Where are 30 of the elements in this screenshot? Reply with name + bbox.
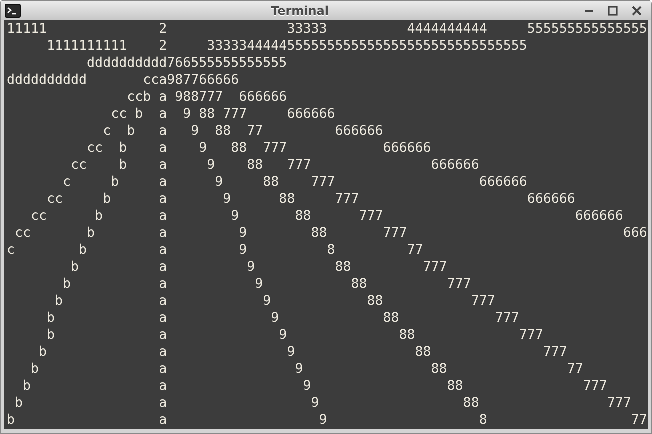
terminal-line: dddddddddd766555555555555 [86, 55, 288, 72]
close-icon [632, 6, 642, 16]
terminal-line: cc b a 9 88 777 666666 [86, 140, 432, 157]
terminal-line: cc b a 9 88 777 666666 [70, 157, 480, 174]
terminal-line: cc b a 9 88 777 666666 [46, 191, 576, 208]
terminal-line: cc b a 9 88 777 666 [14, 225, 648, 242]
terminal-line: b a 9 88 777 [46, 327, 544, 344]
terminal-line: b a 9 88 777 [70, 259, 448, 276]
terminal-line: b a 9 88 777 [62, 276, 472, 293]
maximize-icon [608, 6, 618, 16]
terminal-line: b a 9 88 777 [46, 310, 520, 327]
terminal-line: c b a 9 88 77 666666 [102, 123, 384, 140]
terminal-line: cc b a 9 88 777 666666 [30, 208, 624, 225]
terminal-line: c b a 9 88 777 666666 [62, 174, 528, 191]
terminal-line: b a 9 88 777 [22, 378, 608, 395]
terminal-line: b a 9 88 777 [14, 395, 632, 412]
terminal-line: 11111 2 33333 4444444444 555555555555555 [7, 21, 648, 38]
terminal-line: c b a 9 8 77 [7, 242, 424, 259]
terminal-area[interactable] [4, 20, 648, 429]
terminal-line: b a 9 88 77 [30, 361, 584, 378]
minimize-icon [585, 10, 593, 12]
terminal-line: b a 9 88 777 [54, 293, 496, 310]
terminal-line: b a 9 88 777 [38, 344, 568, 361]
terminal-line: ccb a 988777 666666 [126, 89, 288, 106]
window-title: Terminal [270, 4, 330, 18]
terminal-line: 1111111111 2 3333344444555555555555555555555555555555 [46, 38, 528, 55]
terminal-line: cc b a 9 88 777 666666 [110, 106, 336, 123]
terminal-line: b a 9 8 77 [7, 412, 648, 429]
terminal-line: dddddddddd cca987766666 [7, 72, 240, 89]
terminal-icon [5, 4, 21, 18]
